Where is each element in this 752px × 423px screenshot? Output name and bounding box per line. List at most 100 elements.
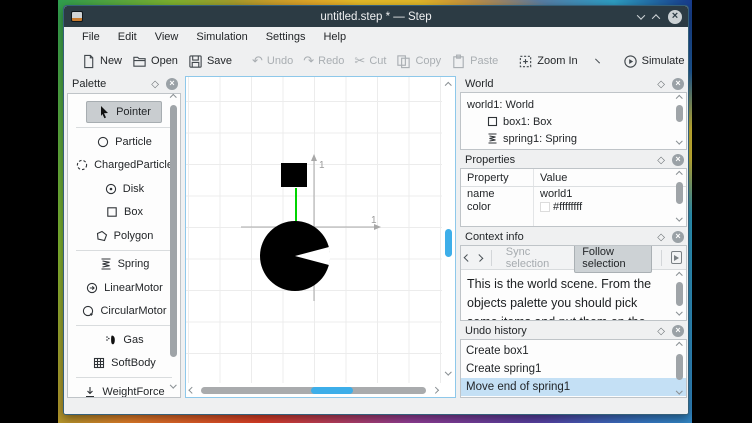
tree-item-spring1[interactable]: spring1: Spring	[461, 130, 686, 147]
copy-button[interactable]: Copy	[391, 51, 446, 72]
tree-item-world1[interactable]: world1: World	[461, 96, 686, 113]
float-panel-icon[interactable]: ◇	[657, 155, 665, 166]
float-panel-icon[interactable]: ◇	[151, 79, 159, 90]
scroll-up-icon[interactable]	[170, 94, 176, 100]
scroll-down-icon[interactable]	[170, 381, 176, 387]
world-panel: World ◇ × world1: World box1: Box spring…	[460, 76, 687, 150]
scroll-down-icon[interactable]	[676, 137, 682, 143]
zoom-in-button[interactable]: Zoom In	[513, 51, 582, 72]
menu-simulation[interactable]: Simulation	[188, 29, 255, 45]
table-header-row[interactable]: Property Value	[461, 169, 686, 187]
scroll-down-icon[interactable]	[676, 214, 682, 220]
scrollbar-thumb[interactable]	[676, 105, 683, 122]
tree-item-box1[interactable]: box1: Box	[461, 113, 686, 130]
back-icon[interactable]	[464, 254, 472, 262]
context-scrollbar[interactable]	[674, 271, 686, 319]
canvas-vertical-scrollbar[interactable]	[441, 77, 455, 383]
cut-button[interactable]: ✂ Cut	[349, 52, 391, 71]
menu-view[interactable]: View	[147, 29, 187, 45]
paste-button[interactable]: Paste	[446, 51, 503, 72]
scrollbar-thumb[interactable]	[311, 387, 353, 394]
scene-drawing-area[interactable]: 1 1	[186, 77, 442, 383]
palette-item-chargedparticle[interactable]: ChargedParticle	[68, 154, 180, 178]
maximize-icon[interactable]	[652, 14, 660, 22]
scroll-right-icon[interactable]	[432, 387, 438, 393]
scroll-down-icon[interactable]	[676, 308, 682, 314]
float-panel-icon[interactable]: ◇	[657, 79, 665, 90]
scroll-up-icon[interactable]	[676, 272, 682, 278]
scrollbar-thumb[interactable]	[676, 182, 683, 204]
palette-item-polygon[interactable]: Polygon	[68, 224, 180, 248]
palette-item-softbody[interactable]: SoftBody	[68, 352, 180, 376]
polygon-icon	[95, 229, 109, 243]
scroll-up-icon[interactable]	[676, 95, 682, 101]
menu-settings[interactable]: Settings	[258, 29, 314, 45]
menu-edit[interactable]: Edit	[110, 29, 145, 45]
box1-object[interactable]	[281, 163, 307, 187]
open-button[interactable]: Open	[127, 51, 183, 72]
sync-selection-button[interactable]: Sync selection	[501, 245, 567, 272]
save-button[interactable]: Save	[183, 51, 237, 72]
palette-item-circularmotor[interactable]: CircularMotor	[68, 300, 180, 324]
menu-file[interactable]: File	[74, 29, 108, 45]
close-panel-icon[interactable]: ×	[672, 154, 684, 166]
float-panel-icon[interactable]: ◇	[657, 326, 665, 337]
undo-item-create-box1[interactable]: Create box1	[461, 342, 686, 360]
scroll-down-icon[interactable]	[445, 368, 451, 374]
palette-item-box[interactable]: Box	[68, 201, 180, 225]
scroll-up-icon[interactable]	[676, 342, 682, 348]
minimize-icon[interactable]	[637, 11, 645, 19]
scrollbar-thumb[interactable]	[676, 282, 683, 306]
step-window: untitled.step * — Step × File Edit View …	[63, 5, 689, 415]
new-button[interactable]: New	[76, 51, 127, 72]
palette-item-pointer[interactable]: Pointer	[68, 99, 180, 125]
column-property[interactable]: Property	[461, 169, 534, 186]
close-panel-icon[interactable]: ×	[672, 78, 684, 90]
scroll-up-icon[interactable]	[676, 171, 682, 177]
scrollbar-thumb[interactable]	[676, 354, 683, 380]
scrollbar-track[interactable]	[445, 91, 452, 369]
simulate-button[interactable]: Simulate	[618, 51, 689, 72]
follow-selection-button[interactable]: Follow selection	[574, 245, 652, 273]
scrollbar-thumb[interactable]	[170, 105, 177, 357]
scroll-down-icon[interactable]	[676, 387, 682, 393]
context-info-header: Context info ◇ ×	[460, 229, 687, 245]
palette-item-spring[interactable]: Spring	[68, 253, 180, 277]
palette-separator	[76, 127, 172, 128]
float-panel-icon[interactable]: ◇	[657, 232, 665, 243]
column-value[interactable]: Value	[534, 172, 567, 184]
undo-item-move-end-of-spring1[interactable]: Move end of spring1	[461, 378, 686, 396]
close-panel-icon[interactable]: ×	[672, 231, 684, 243]
canvas-horizontal-scrollbar[interactable]	[186, 383, 441, 397]
world-scrollbar[interactable]	[674, 94, 686, 148]
properties-scrollbar[interactable]	[674, 170, 686, 225]
palette-item-gas[interactable]: Gas	[68, 328, 180, 352]
world-scene-canvas[interactable]: 1 1	[185, 76, 456, 398]
scroll-up-icon[interactable]	[445, 82, 451, 88]
simulate-play-icon	[623, 54, 638, 69]
close-panel-icon[interactable]: ×	[672, 325, 684, 337]
scroll-left-icon[interactable]	[189, 387, 195, 393]
scrollbar-thumb[interactable]	[445, 229, 452, 257]
menu-help[interactable]: Help	[315, 29, 354, 45]
table-row-name[interactable]: name world1	[461, 187, 686, 201]
palette-item-linearmotor[interactable]: LinearMotor	[68, 276, 180, 300]
toolbar-separator	[491, 250, 492, 266]
context-info-panel: Context info ◇ × Sync selection Follow s…	[460, 229, 687, 321]
undo-item-create-spring1[interactable]: Create spring1	[461, 360, 686, 378]
titlebar[interactable]: untitled.step * — Step ×	[64, 6, 688, 27]
table-row-clipped[interactable]	[461, 214, 686, 227]
open-in-browser-icon[interactable]	[671, 251, 682, 264]
scrollbar-track[interactable]	[201, 387, 426, 394]
forward-icon[interactable]	[476, 254, 484, 262]
redo-button[interactable]: ↷ Redo	[298, 52, 349, 71]
palette-item-weightforce[interactable]: WeightForce	[68, 380, 180, 398]
toolbar-expand-icon[interactable]	[595, 59, 600, 64]
palette-item-disk[interactable]: Disk	[68, 177, 180, 201]
palette-item-particle[interactable]: Particle	[68, 130, 180, 154]
close-icon[interactable]: ×	[668, 10, 682, 24]
table-row-color[interactable]: color #ffffffff	[461, 201, 686, 215]
undo-scrollbar[interactable]	[674, 341, 686, 396]
undo-button[interactable]: ↶ Undo	[247, 52, 298, 71]
palette-scrollbar[interactable]	[168, 78, 180, 396]
